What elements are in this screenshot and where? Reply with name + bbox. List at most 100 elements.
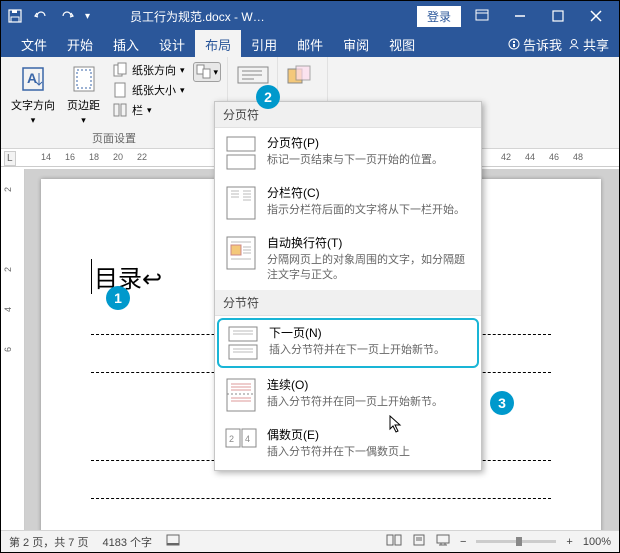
tab-layout[interactable]: 布局	[195, 30, 241, 59]
tab-review[interactable]: 审阅	[333, 30, 379, 59]
minimize-icon[interactable]	[503, 2, 537, 30]
vertical-ruler[interactable]: 2 2 4 6	[1, 169, 25, 530]
tab-insert[interactable]: 插入	[103, 30, 149, 59]
page-count[interactable]: 第 2 页，共 7 页	[9, 534, 88, 550]
ribbon-options-icon[interactable]	[465, 2, 499, 30]
text-direction-button[interactable]: A 文字方向 ▾	[7, 61, 59, 128]
ruler-mark: 16	[65, 152, 75, 162]
share-label: 共享	[583, 35, 609, 54]
menu-item-desc: 插入分节符并在同一页上开始新节。	[267, 395, 473, 410]
tell-me-icon[interactable]: 告诉我	[508, 35, 562, 54]
column-break-icon	[223, 184, 259, 222]
svg-text:4: 4	[245, 434, 250, 444]
margins-button[interactable]: 页边距 ▾	[63, 61, 104, 128]
menu-item-desc: 指示分栏符后面的文字将从下一栏开始。	[267, 203, 473, 218]
undo-icon[interactable]	[33, 8, 49, 24]
qat-dropdown-icon[interactable]: ▾	[85, 11, 90, 22]
login-button[interactable]: 登录	[417, 6, 461, 27]
ruler-mark: 18	[89, 152, 99, 162]
menu-item-column-break[interactable]: 分栏符(C) 指示分栏符后面的文字将从下一栏开始。	[215, 178, 481, 228]
cursor-icon	[389, 415, 405, 435]
page-break-icon	[223, 134, 259, 172]
menu-item-desc: 分隔网页上的对象周围的文字，如分隔题注文字与正文。	[267, 253, 473, 284]
menu-item-next-page[interactable]: 下一页(N) 插入分节符并在下一页上开始新节。	[217, 318, 479, 368]
vruler-mark: 6	[3, 347, 13, 352]
orientation-label: 纸张方向	[132, 62, 176, 78]
ruler-mark: 14	[41, 152, 51, 162]
view-read-icon[interactable]	[386, 534, 402, 549]
tab-mailings[interactable]: 邮件	[287, 30, 333, 59]
close-icon[interactable]	[579, 2, 613, 30]
callout-badge-2: 2	[256, 85, 280, 109]
chevron-down-icon: ▾	[31, 115, 36, 126]
word-count[interactable]: 4183 个字	[102, 534, 152, 550]
ribbon-group-page-setup: A 文字方向 ▾ 页边距 ▾ 纸张方向▾ 纸张大小▾ 栏▾ ▾ 页面设置	[1, 57, 228, 148]
language-icon[interactable]	[166, 534, 180, 549]
ruler-mark: 44	[525, 152, 535, 162]
view-print-icon[interactable]	[412, 534, 426, 549]
text-direction-icon: A	[17, 63, 49, 95]
chevron-down-icon: ▾	[81, 115, 86, 126]
menu-item-even-page[interactable]: 24 偶数页(E) 插入分节符并在下一偶数页上	[215, 420, 481, 470]
ribbon-tabs: 文件 开始 插入 设计 布局 引用 邮件 审阅 视图 告诉我 共享	[1, 31, 619, 57]
vruler-mark: 2	[3, 267, 13, 272]
text-direction-label: 文字方向	[11, 97, 55, 113]
margins-label: 页边距	[67, 97, 100, 113]
menu-item-title: 分栏符(C)	[267, 184, 473, 201]
menu-item-continuous[interactable]: 连续(O) 插入分节符并在同一页上开始新节。	[215, 370, 481, 420]
share-button[interactable]: 共享	[568, 35, 609, 54]
menu-item-title: 下一页(N)	[269, 324, 471, 341]
ruler-mark: 42	[501, 152, 511, 162]
arrange-icon[interactable]	[284, 65, 316, 87]
tab-file[interactable]: 文件	[11, 30, 57, 59]
view-web-icon[interactable]	[436, 534, 450, 549]
size-label: 纸张大小	[132, 82, 176, 98]
columns-label: 栏	[132, 102, 143, 118]
orientation-button[interactable]: 纸张方向▾	[108, 61, 189, 79]
menu-item-page-break[interactable]: 分页符(P) 标记一页结束与下一页开始的位置。	[215, 128, 481, 178]
continuous-icon	[223, 376, 259, 414]
columns-button[interactable]: 栏▾	[108, 101, 189, 119]
svg-text:A: A	[27, 70, 37, 86]
size-button[interactable]: 纸张大小▾	[108, 81, 189, 99]
even-page-icon: 24	[223, 426, 259, 464]
zoom-out-icon[interactable]: −	[460, 536, 466, 548]
tab-references[interactable]: 引用	[241, 30, 287, 59]
dropdown-section-section-breaks: 分节符	[215, 290, 481, 316]
menu-item-text-wrapping[interactable]: 自动换行符(T) 分隔网页上的对象周围的文字，如分隔题注文字与正文。	[215, 228, 481, 290]
ruler-mark: 20	[113, 152, 123, 162]
breaks-button[interactable]: ▾	[193, 62, 222, 82]
text-wrap-icon	[223, 234, 259, 272]
titlebar: ▾ 员工行为规范.docx - W… 登录	[1, 1, 619, 31]
menu-item-title: 自动换行符(T)	[267, 234, 473, 251]
vruler-mark: 4	[3, 307, 13, 312]
menu-item-title: 分页符(P)	[267, 134, 473, 151]
group-label-page-setup: 页面设置	[7, 128, 221, 148]
maximize-icon[interactable]	[541, 2, 575, 30]
svg-text:2: 2	[229, 434, 234, 444]
document-title: 员工行为规范.docx - W…	[130, 8, 417, 25]
menu-item-title: 偶数页(E)	[267, 426, 473, 443]
callout-badge-3: 3	[490, 391, 514, 415]
tab-design[interactable]: 设计	[149, 30, 195, 59]
ruler-mark: 46	[549, 152, 559, 162]
vruler-mark: 2	[3, 187, 13, 192]
redo-icon[interactable]	[59, 8, 75, 24]
zoom-slider[interactable]	[476, 540, 556, 543]
zoom-in-icon[interactable]: +	[566, 536, 572, 548]
tab-view[interactable]: 视图	[379, 30, 425, 59]
menu-item-desc: 插入分节符并在下一偶数页上	[267, 445, 473, 460]
menu-item-title: 连续(O)	[267, 376, 473, 393]
margins-icon	[68, 63, 100, 95]
callout-badge-1: 1	[106, 286, 130, 310]
tab-home[interactable]: 开始	[57, 30, 103, 59]
tell-me-label: 告诉我	[523, 35, 562, 54]
indent-icon[interactable]	[234, 65, 271, 87]
next-page-icon	[225, 324, 261, 362]
zoom-level[interactable]: 100%	[583, 536, 611, 548]
ruler-mark: 48	[573, 152, 583, 162]
menu-item-desc: 标记一页结束与下一页开始的位置。	[267, 153, 473, 168]
save-icon[interactable]	[7, 8, 23, 24]
menu-item-desc: 插入分节符并在下一页上开始新节。	[269, 343, 471, 358]
breaks-dropdown: 分页符 分页符(P) 标记一页结束与下一页开始的位置。 分栏符(C) 指示分栏符…	[214, 101, 482, 471]
